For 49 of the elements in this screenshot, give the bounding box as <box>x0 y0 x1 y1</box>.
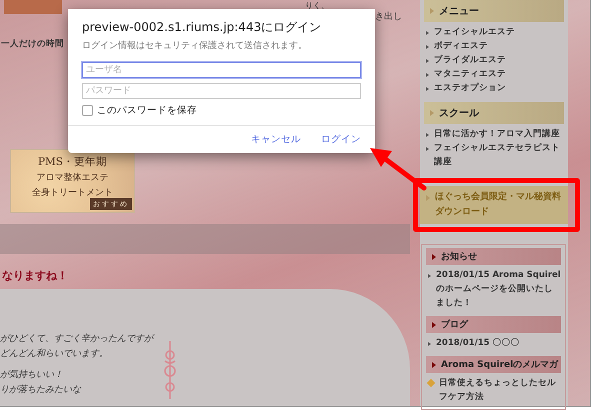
bullet-icon <box>426 73 429 77</box>
body-text: りく、 <box>305 0 329 11</box>
sidebar-link[interactable]: ブライダルエステ <box>434 53 506 67</box>
section-heading: なりますね！ <box>2 268 69 283</box>
bullet-icon <box>426 59 429 63</box>
intro-text: 一人だけの時間 <box>1 38 64 50</box>
heading-text: ブログ <box>441 318 468 331</box>
sidebar-link[interactable]: マタニティエステ <box>434 67 506 81</box>
handwritten-text: がひどくて、すごく辛かったんですが <box>0 333 153 346</box>
arrow-icon <box>430 8 434 14</box>
password-field[interactable]: パスワード <box>82 83 361 99</box>
heading-text: Aroma Squirelのメルマガ <box>441 359 558 371</box>
dialog-title: preview-0002.s1.riums.jp:443にログイン <box>82 19 322 36</box>
handwritten-text: が気持ちいい！ <box>0 369 64 382</box>
arrow-icon <box>432 362 436 368</box>
handwritten-text: りが落ちたみたいな <box>0 384 82 397</box>
arrow-icon <box>430 110 434 116</box>
banner-text: 全身トリートメント <box>32 186 113 199</box>
sidebar-link[interactable]: ボディエステ <box>434 39 488 53</box>
bullet-icon <box>426 87 429 91</box>
arrow-icon <box>432 322 436 328</box>
body-text: き出し <box>375 10 402 23</box>
bullet-icon <box>428 342 431 346</box>
bullet-icon <box>426 147 429 151</box>
username-field[interactable]: ユーザ名 <box>82 62 361 78</box>
sidebar-link[interactable]: フェイシャルエステセラピスト講座 <box>434 141 564 169</box>
checkbox-label: このパスワードを保存 <box>97 104 197 117</box>
login-button[interactable]: ログイン <box>317 131 365 148</box>
banner-text: PMS・更年期 <box>38 155 107 169</box>
bullet-icon <box>428 274 431 278</box>
banner-text: アロマ整体エステ <box>36 172 108 184</box>
sidebar-link[interactable]: 2018/01/15 〇〇〇 <box>436 336 520 350</box>
remember-checkbox[interactable] <box>82 105 93 116</box>
bullet-icon <box>426 133 429 137</box>
heading-text: スクール <box>439 107 479 120</box>
sidebar-link[interactable]: フェイシャルエステ <box>434 25 515 39</box>
sidebar-link[interactable]: エステオプション <box>434 81 506 95</box>
bullet-icon <box>426 45 429 49</box>
handwritten-text: どんどん和らいでいます。 <box>0 348 109 361</box>
ornament-icon <box>163 341 177 399</box>
dialog-subtitle: ログイン情報はセキュリティ保護されて送信されます。 <box>82 40 308 52</box>
heading-text: メニュー <box>439 5 479 18</box>
arrow-icon <box>432 254 436 260</box>
heading-text: お知らせ <box>441 250 477 263</box>
sidebar-link[interactable]: 日常に活かす！アロマ入門講座 <box>434 127 560 141</box>
sidebar-link[interactable]: 日常使えるちょっとしたセルフケア方法 <box>439 376 561 404</box>
bullet-icon <box>426 31 429 35</box>
cancel-button[interactable]: キャンセル <box>247 131 305 148</box>
sidebar-link[interactable]: 2018/01/15 Aroma Squirelのホームページを公開いたしました！ <box>436 268 561 310</box>
